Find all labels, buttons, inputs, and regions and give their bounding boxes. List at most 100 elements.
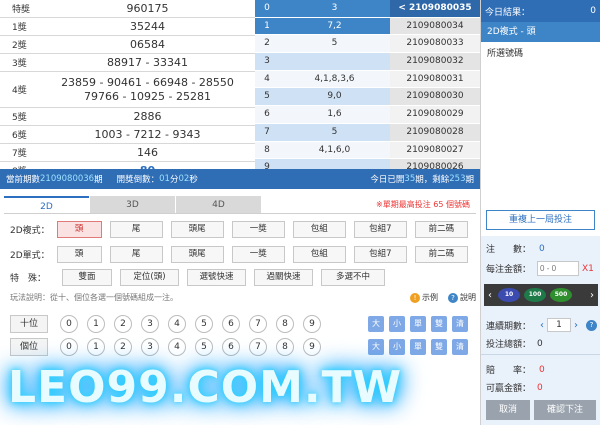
history-row[interactable]: 0 3 < 2109080035 (255, 0, 480, 18)
remaining-unit: 期 (465, 175, 474, 185)
number-ball[interactable]: 4 (168, 315, 186, 333)
quick-even-button[interactable]: 雙 (431, 339, 447, 355)
play-option-head[interactable]: 頭 (56, 246, 102, 263)
play-option-tail[interactable]: 尾 (109, 246, 163, 263)
number-ball[interactable]: 9 (303, 315, 321, 333)
number-ball[interactable]: 0 (60, 338, 78, 356)
quick-small-button[interactable]: 小 (389, 316, 405, 332)
history-period[interactable]: < 2109080035 (390, 0, 480, 18)
number-ball[interactable]: 3 (141, 338, 159, 356)
bet-amount-input[interactable] (537, 261, 580, 276)
odds-label: 賠 率： (486, 366, 532, 376)
play-option-group7[interactable]: 包組7 (353, 246, 407, 263)
number-ball[interactable]: 9 (303, 338, 321, 356)
prize-value: 23859 - 90461 - 66948 - 28550 79766 - 10… (40, 76, 255, 104)
odds-value: 0 (539, 364, 545, 375)
chip-10[interactable]: 10 (498, 288, 520, 302)
play-option-first-prize[interactable]: 一獎 (231, 246, 285, 263)
number-ball[interactable]: 8 (276, 338, 294, 356)
history-row[interactable]: 3 2109080032 (255, 53, 480, 71)
tab-4d[interactable]: 4D (176, 196, 261, 214)
quick-clear-button[interactable]: 清 (452, 339, 468, 355)
countdown-minutes: 01 (159, 174, 170, 184)
play-option-both-sides[interactable]: 雙面 (62, 269, 112, 286)
history-row[interactable]: 5 9,0 2109080030 (255, 88, 480, 107)
prize-table: 特獎 960175 1獎 35244 2獎 06584 3獎 88917 - 3… (0, 0, 255, 180)
play-option-parlay-quick[interactable]: 過關快速 (254, 269, 313, 286)
game-tabs: 2D 3D 4D ※單期最高投注 65 個號碼 (4, 196, 474, 214)
number-ball[interactable]: 3 (141, 315, 159, 333)
win-label: 可贏金額： (486, 384, 532, 394)
tab-3d[interactable]: 3D (90, 196, 175, 214)
chevron-left-icon[interactable]: ‹ (484, 290, 496, 301)
quick-clear-button[interactable]: 清 (452, 316, 468, 332)
number-ball[interactable]: 2 (114, 338, 132, 356)
play-option-first-prize[interactable]: 一獎 (231, 221, 285, 238)
chevron-right-icon[interactable]: › (586, 290, 598, 301)
quick-small-button[interactable]: 小 (389, 339, 405, 355)
number-ball[interactable]: 2 (114, 315, 132, 333)
play-option-group7[interactable]: 包組7 (353, 221, 407, 238)
divider (481, 354, 600, 355)
history-row[interactable]: 8 4,1,6,0 2109080027 (255, 141, 480, 160)
number-ball[interactable]: 6 (222, 338, 240, 356)
quick-even-button[interactable]: 雙 (431, 316, 447, 332)
periods-value[interactable]: 1 (547, 318, 572, 332)
history-row[interactable]: 4 4,1,8,3,6 2109080031 (255, 70, 480, 89)
play-option-head[interactable]: 頭 (56, 221, 102, 238)
history-row[interactable]: 2 5 2109080033 (255, 35, 480, 54)
number-ball[interactable]: 8 (276, 315, 294, 333)
number-ball[interactable]: 5 (195, 338, 213, 356)
example-link[interactable]: ! 示例 (410, 292, 438, 303)
history-row[interactable]: 6 1,6 2109080029 (255, 106, 480, 124)
number-ball[interactable]: 1 (87, 315, 105, 333)
bet-count-row: 注 數： 0 (486, 242, 545, 256)
prize-value-line1: 23859 - 90461 - 66948 - 28550 (61, 75, 234, 89)
number-ball[interactable]: 0 (60, 315, 78, 333)
play-option-first-two[interactable]: 前二碼 (414, 246, 468, 263)
number-ball[interactable]: 1 (87, 338, 105, 356)
confirm-bet-button[interactable]: 確認下注 (534, 400, 596, 420)
repeat-last-bet-button[interactable]: 重複上一局投注 (486, 210, 595, 230)
quick-odd-button[interactable]: 單 (410, 316, 426, 332)
watermark: LEO99.COM.TW (8, 362, 403, 413)
decrement-icon[interactable]: ‹ (537, 320, 547, 331)
ball-row-label: 個位 (10, 338, 48, 356)
play-option-head-tail[interactable]: 頭尾 (170, 221, 224, 238)
play-option-position-head[interactable]: 定位(頭) (120, 269, 179, 286)
play-option-group[interactable]: 包組 (292, 246, 346, 263)
play-option-multi-no-hit[interactable]: 多選不中 (321, 269, 385, 286)
number-ball[interactable]: 7 (249, 338, 267, 356)
play-option-quick-pick[interactable]: 選號快速 (187, 269, 246, 286)
history-result: 5 (279, 35, 390, 54)
bet-amount-label: 每注金額： (486, 265, 532, 275)
tab-2d[interactable]: 2D (4, 196, 89, 214)
play-option-group[interactable]: 包組 (292, 221, 346, 238)
selected-mode-title: 2D複式 - 頭 (481, 22, 600, 42)
number-ball[interactable]: 5 (195, 315, 213, 333)
history-row[interactable]: 1 7,2 2109080034 (255, 17, 480, 36)
odds-row: 賠 率： 0 (486, 363, 545, 377)
help-link[interactable]: ? 說明 (448, 292, 476, 303)
play-option-tail[interactable]: 尾 (109, 221, 163, 238)
number-ball[interactable]: 4 (168, 338, 186, 356)
prize-row-7: 7獎 146 (0, 144, 255, 162)
cancel-button[interactable]: 取消 (486, 400, 530, 420)
quick-big-button[interactable]: 大 (368, 316, 384, 332)
chip-500[interactable]: 500 (550, 288, 572, 302)
quick-odd-button[interactable]: 單 (410, 339, 426, 355)
history-period: 2109080029 (390, 106, 480, 124)
help-icon[interactable]: ? (586, 319, 598, 331)
play-option-first-two[interactable]: 前二碼 (414, 221, 468, 238)
history-row[interactable]: 7 5 2109080028 (255, 123, 480, 142)
increment-icon[interactable]: › (571, 320, 581, 331)
play-option-head-tail[interactable]: 頭尾 (170, 246, 224, 263)
chip-100[interactable]: 100 (524, 288, 546, 302)
countdown-sec-unit: 秒 (189, 175, 198, 185)
prize-label: 6獎 (12, 131, 27, 141)
number-ball[interactable]: 6 (222, 315, 240, 333)
history-period: 2109080028 (390, 123, 480, 142)
number-ball[interactable]: 7 (249, 315, 267, 333)
quick-big-button[interactable]: 大 (368, 339, 384, 355)
help-icon: ? (448, 292, 458, 303)
